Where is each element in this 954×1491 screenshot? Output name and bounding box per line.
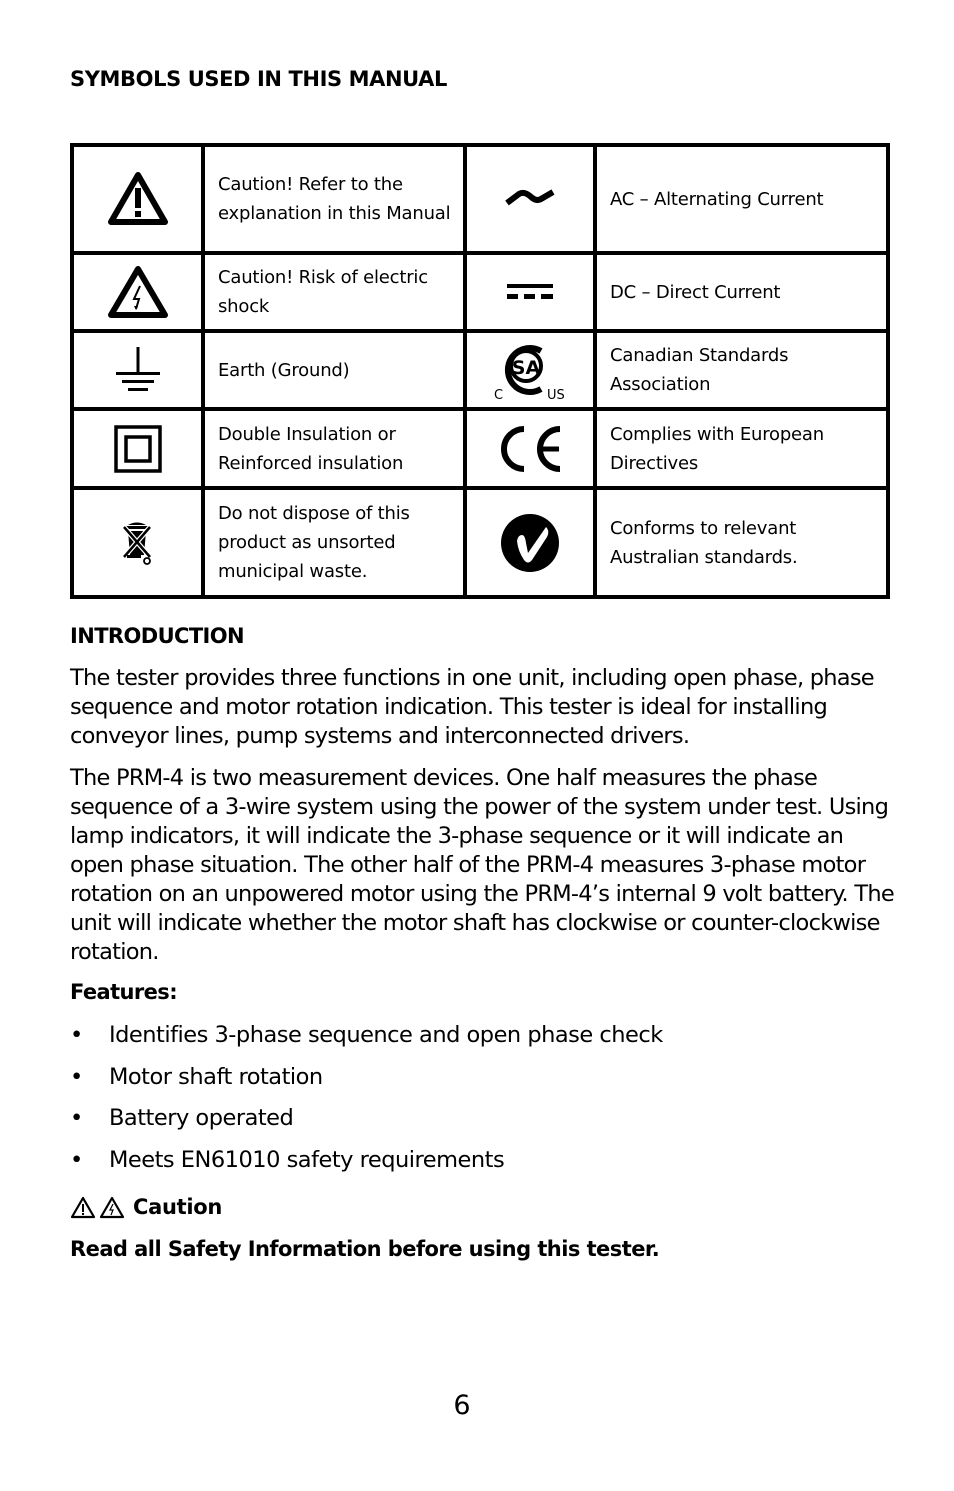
symbol-description: Earth (Ground): [201, 329, 467, 411]
table-row: Double Insulation or Reinforced insulati…: [70, 407, 890, 490]
features-heading: Features:: [70, 980, 178, 1004]
symbol-cell: [463, 407, 597, 490]
bullet: •: [70, 1022, 83, 1048]
feature-text: Battery operated: [109, 1105, 294, 1131]
introduction-paragraph: The tester provides three functions in o…: [70, 665, 875, 749]
symbol-cell: [463, 486, 597, 599]
page-number: 6: [453, 1390, 471, 1421]
bullet: •: [70, 1146, 83, 1173]
caution-warning-triangle-icon: [107, 172, 168, 225]
symbol-description: Double Insulation or Reinforced insulati…: [201, 407, 467, 490]
ce-mark-icon: [501, 425, 561, 472]
symbol-description: Caution! Risk of electric shock: [201, 251, 467, 333]
feature-text: Motor shaft rotation: [109, 1063, 323, 1090]
symbol-description: DC – Direct Current: [593, 251, 890, 333]
symbol-description: Caution! Refer to the explanation in thi…: [201, 143, 467, 255]
double-insulation-icon: [113, 424, 162, 473]
csa-mark-icon: SA C US: [494, 345, 565, 401]
c-tick-mark-icon: [501, 513, 559, 572]
svg-text:C: C: [494, 388, 503, 401]
symbol-description: Complies with European Directives: [593, 407, 890, 490]
symbols-table: Caution! Refer to the explanation in thi…: [70, 143, 890, 599]
table-row: Do not dispose of this product as unsort…: [70, 486, 890, 599]
symbol-description: AC – Alternating Current: [593, 143, 890, 255]
symbol-cell: [70, 251, 205, 333]
symbol-description: Canadian Standards Association: [593, 329, 890, 411]
table-row: Caution! Refer to the explanation in thi…: [70, 143, 890, 255]
caution-heading: Caution: [70, 1195, 222, 1219]
earth-ground-icon: [115, 347, 160, 391]
introduction-paragraph: The PRM-4 is two measurement devices. On…: [70, 765, 895, 965]
caution-warning-triangle-icon: [70, 1196, 96, 1218]
symbol-cell: [463, 143, 597, 255]
symbol-cell: [70, 143, 205, 255]
caution-label: Caution: [133, 1195, 223, 1219]
symbol-cell: [70, 407, 205, 490]
symbol-cell: [463, 251, 597, 333]
weee-crossed-bin-icon: [121, 522, 152, 565]
symbols-section-title: SYMBOLS USED IN THIS MANUAL: [70, 67, 447, 91]
svg-text:SA: SA: [512, 357, 541, 379]
introduction-heading: INTRODUCTION: [70, 624, 245, 648]
symbol-cell: SA C US: [463, 329, 597, 411]
symbol-description: Conforms to relevant Australian standard…: [593, 486, 890, 599]
electric-shock-triangle-icon: [107, 266, 168, 318]
svg-text:US: US: [547, 388, 565, 401]
table-row: Caution! Risk of electric shock DC – Dir…: [70, 251, 890, 333]
table-row: Earth (Ground) SA C US Canadian Standard…: [70, 329, 890, 411]
electric-shock-triangle-icon: [99, 1196, 125, 1218]
safety-notice: Read all Safety Information before using…: [70, 1237, 660, 1261]
symbol-cell: [70, 486, 205, 599]
bullet: •: [70, 1063, 83, 1090]
dc-direct-current-icon: [507, 284, 553, 300]
feature-text: Meets EN61010 safety requirements: [109, 1146, 505, 1173]
bullet: •: [70, 1105, 83, 1131]
ac-tilde-icon: [505, 189, 555, 206]
feature-text: Identifies 3-phase sequence and open pha…: [109, 1022, 663, 1048]
symbol-description: Do not dispose of this product as unsort…: [201, 486, 467, 599]
symbol-cell: [70, 329, 205, 411]
